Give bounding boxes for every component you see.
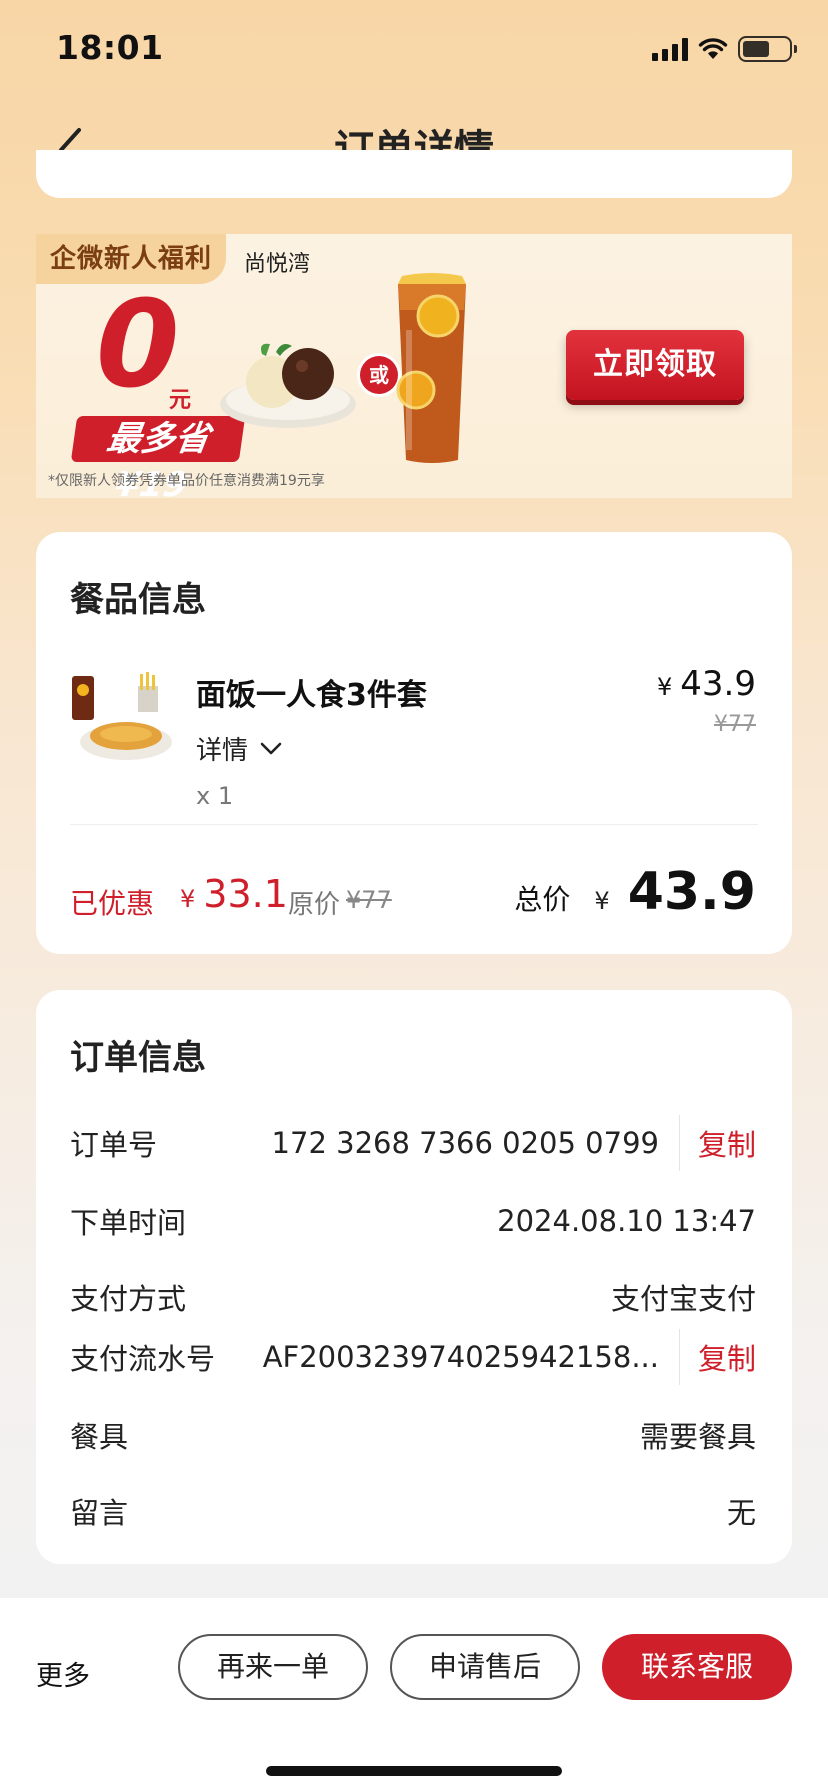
meal-detail-toggle[interactable]: 详情 (196, 730, 282, 767)
banner-note: *仅限新人领券凭券单品价任意消费满19元享 (48, 473, 325, 489)
meal-thumbnail (72, 672, 172, 760)
contact-service-button[interactable]: 联系客服 (602, 1634, 792, 1700)
chevron-down-icon (260, 742, 282, 754)
order-time-row: 下单时间 2024.08.10 13:47 (70, 1196, 756, 1246)
remark-row: 留言 无 (70, 1486, 756, 1536)
payment-serial-row: 支付流水号 AF200323974025942158... 复制 (70, 1329, 756, 1385)
total-value: 43.9 (627, 862, 756, 922)
home-indicator[interactable] (266, 1766, 562, 1776)
meal-detail-label: 详情 (196, 736, 249, 766)
info-label: 留言 (70, 1496, 129, 1530)
iced-tea-image (396, 273, 466, 463)
cutlery-row: 餐具 需要餐具 (70, 1410, 756, 1460)
banner-yuan: 元 (169, 388, 192, 413)
currency-symbol: ¥ (180, 885, 196, 913)
order-info-card: 订单信息 订单号 172 3268 7366 0205 0799 复制 下单时间… (36, 990, 792, 1564)
meal-price: ¥43.9 (657, 664, 756, 704)
info-label: 下单时间 (70, 1206, 187, 1240)
total-label: 总价 (514, 883, 571, 916)
total-price: 总价 ¥ 43.9 (514, 862, 756, 922)
cutlery-value: 需要餐具 (639, 1420, 756, 1454)
status-icons (652, 34, 797, 64)
promo-banner[interactable]: 企微新人福利 尚悦湾 0 元 最多省¥19 *仅限新人领券凭券单品价任意消费满1… (36, 234, 792, 498)
order-number-row: 订单号 172 3268 7366 0205 0799 复制 (70, 1115, 756, 1171)
status-time: 18:01 (56, 28, 164, 67)
discount-amount: ¥33.1 (180, 872, 288, 916)
meal-price-value: 43.9 (680, 664, 756, 704)
more-button[interactable]: 更多 (36, 1644, 90, 1710)
order-info-title: 订单信息 (70, 1038, 206, 1078)
claim-button[interactable]: 立即领取 (566, 330, 744, 400)
banner-zero-price: 0 (96, 276, 180, 415)
original-price-value: ¥77 (346, 886, 392, 914)
discount-value: 33.1 (203, 872, 288, 916)
order-number-value: 172 3268 7366 0205 0799 (271, 1126, 659, 1160)
bottom-action-bar: 更多 再来一单 申请售后 联系客服 (0, 1598, 828, 1792)
meal-quantity: x 1 (196, 782, 234, 810)
meal-info-title: 餐品信息 (70, 580, 206, 620)
battery-icon (738, 36, 797, 62)
copy-serial-button[interactable]: 复制 (698, 1336, 756, 1378)
currency-symbol: ¥ (657, 673, 673, 701)
info-label: 支付方式 (70, 1282, 187, 1316)
remark-value: 无 (726, 1496, 756, 1530)
icecream-image (220, 343, 356, 428)
order-time-value: 2024.08.10 13:47 (497, 1204, 756, 1238)
banner-store: 尚悦湾 (244, 252, 311, 277)
original-price-label: 原价 (288, 890, 341, 920)
scrolled-card-edge (36, 150, 792, 198)
info-label: 订单号 (70, 1128, 158, 1162)
payment-method-row: 支付方式 支付宝支付 (70, 1272, 756, 1322)
info-label: 支付流水号 (70, 1342, 216, 1376)
payment-method-value: 支付宝支付 (610, 1282, 756, 1316)
signal-icon (652, 37, 688, 61)
divider (678, 1329, 680, 1385)
discount-label: 已优惠 (70, 887, 155, 920)
divider (70, 824, 758, 825)
info-label: 餐具 (70, 1420, 129, 1454)
payment-serial-value: AF200323974025942158... (262, 1340, 659, 1374)
meal-name: 面饭一人食3件套 (196, 678, 427, 713)
wifi-icon (698, 38, 728, 59)
status-bar: 18:01 (0, 0, 828, 100)
reorder-button[interactable]: 再来一单 (178, 1634, 368, 1700)
copy-order-number-button[interactable]: 复制 (698, 1122, 756, 1164)
meal-info-card: 餐品信息 面饭一人食3件套 详情 x 1 ¥43.9 ¥77 已优惠 ¥33.1… (36, 532, 792, 954)
meal-original-price: ¥77 (714, 712, 756, 737)
currency-symbol: ¥ (594, 887, 610, 915)
divider (678, 1115, 680, 1171)
after-sale-button[interactable]: 申请售后 (390, 1634, 580, 1700)
